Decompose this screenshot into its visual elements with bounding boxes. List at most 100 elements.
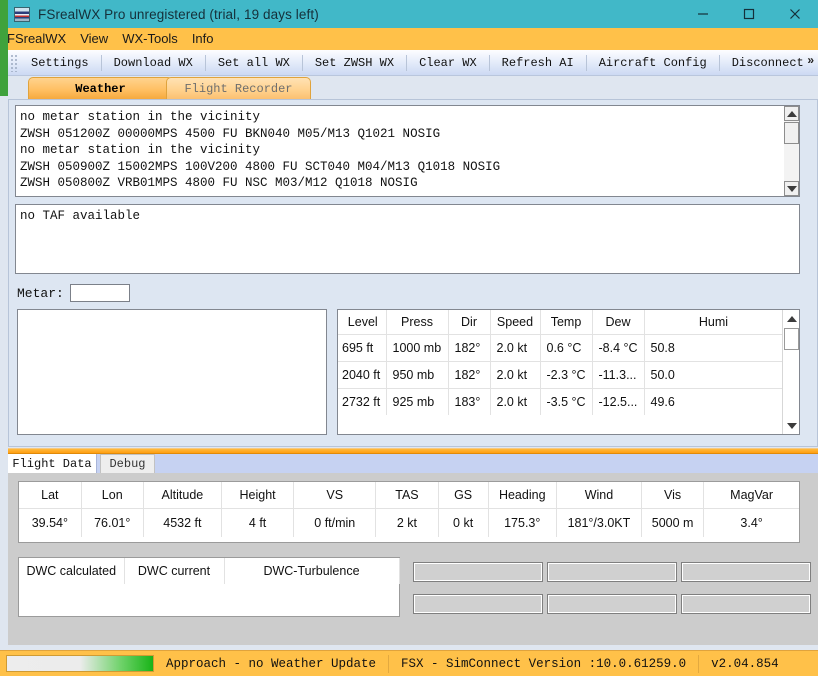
scroll-down-icon[interactable] xyxy=(783,417,799,434)
metar-list-box[interactable]: no metar station in the vicinity ZWSH 051… xyxy=(15,105,800,197)
column-header-level[interactable]: Level xyxy=(338,310,387,335)
toolbar-button-aircraft-config[interactable]: Aircraft Config xyxy=(588,51,718,75)
column-header-heading[interactable]: Heading xyxy=(488,482,557,509)
column-header-humi[interactable]: Humi xyxy=(644,310,784,335)
flight-data-grid: Lat Lon Altitude Height VS TAS GS Headin… xyxy=(19,482,799,537)
scrollbar-thumb[interactable] xyxy=(784,328,799,350)
tab-flight-recorder[interactable]: Flight Recorder xyxy=(166,77,311,99)
cell-level: 2040 ft xyxy=(338,361,387,389)
column-header-lon[interactable]: Lon xyxy=(81,482,144,509)
cell-humi: 49.6 xyxy=(644,388,784,415)
weather-notes-box[interactable] xyxy=(17,309,327,435)
cell-level: 695 ft xyxy=(338,334,387,362)
column-header-tas[interactable]: TAS xyxy=(375,482,439,509)
simconnect-status-text: FSX - SimConnect Version :10.0.61259.0 xyxy=(401,656,687,671)
tab-flight-data[interactable]: Flight Data xyxy=(8,454,97,473)
toolbar-separator xyxy=(718,54,720,71)
title-bar: FSrealWX Pro unregistered (trial, 19 day… xyxy=(0,0,818,28)
maximize-button[interactable] xyxy=(726,0,772,28)
cell-vs: 0 ft/min xyxy=(293,508,377,537)
metar-list-scrollbar[interactable] xyxy=(784,106,799,196)
cell-wind: 181°/3.0KT xyxy=(556,508,643,537)
scrollbar-thumb[interactable] xyxy=(784,122,799,144)
dwc-field-4[interactable] xyxy=(413,594,543,614)
toolbar-separator xyxy=(100,54,102,71)
metar-input[interactable] xyxy=(69,284,130,302)
toolbar-button-set-zwsh-wx[interactable]: Set ZWSH WX xyxy=(304,51,405,75)
menu-item-fsrealwx[interactable]: FSrealWX xyxy=(0,28,73,50)
dwc-field-3[interactable] xyxy=(681,562,811,582)
window-title: FSrealWX Pro unregistered (trial, 19 day… xyxy=(38,6,319,22)
status-separator xyxy=(388,654,390,673)
application-window: FSrealWX Pro unregistered (trial, 19 day… xyxy=(0,0,818,676)
column-header-vis[interactable]: Vis xyxy=(641,482,705,509)
metar-line: no metar station in the vicinity xyxy=(20,143,261,157)
status-separator xyxy=(698,654,700,673)
main-tab-strip: Weather Flight Recorder xyxy=(8,77,818,99)
cell-dew: -11.3... xyxy=(592,361,645,389)
toolbar-button-settings[interactable]: Settings xyxy=(20,51,100,75)
close-button[interactable] xyxy=(772,0,818,28)
tab-weather[interactable]: Weather xyxy=(28,77,173,99)
table-row[interactable]: 2732 ft 925 mb 183° 2.0 kt -3.5 °C -12.5… xyxy=(338,388,784,415)
column-header-altitude[interactable]: Altitude xyxy=(143,482,223,509)
column-header-wind[interactable]: Wind xyxy=(556,482,643,509)
toolbar-button-refresh-ai[interactable]: Refresh AI xyxy=(491,51,585,75)
column-header-speed[interactable]: Speed xyxy=(490,310,541,335)
table-row[interactable]: 2040 ft 950 mb 182° 2.0 kt -2.3 °C -11.3… xyxy=(338,361,784,389)
dwc-grid: DWC calculated DWC current DWC-Turbulenc… xyxy=(19,558,400,584)
scroll-up-icon[interactable] xyxy=(783,310,799,327)
column-header-gs[interactable]: GS xyxy=(438,482,489,509)
minimize-button[interactable] xyxy=(680,0,726,28)
table-header-row: Lat Lon Altitude Height VS TAS GS Headin… xyxy=(19,482,799,509)
scroll-down-icon[interactable] xyxy=(784,181,799,196)
toolbar-overflow-chevron-icon[interactable]: » xyxy=(807,53,814,67)
cell-tas: 2 kt xyxy=(375,508,439,537)
cell-speed: 2.0 kt xyxy=(490,388,541,415)
weather-levels-table: Level Press Dir Speed Temp Dew Humi 695 … xyxy=(337,309,800,435)
menu-item-wx-tools[interactable]: WX-Tools xyxy=(115,28,185,50)
taf-box[interactable]: no TAF available xyxy=(15,204,800,274)
cell-lat: 39.54° xyxy=(19,508,82,537)
scroll-up-icon[interactable] xyxy=(784,106,799,121)
menu-item-info[interactable]: Info xyxy=(185,28,221,50)
toolbar-button-disconnect[interactable]: Disconnect xyxy=(721,51,815,75)
cell-press: 950 mb xyxy=(386,361,449,389)
column-header-temp[interactable]: Temp xyxy=(540,310,593,335)
dwc-field-1[interactable] xyxy=(413,562,543,582)
weather-panel: no metar station in the vicinity ZWSH 051… xyxy=(8,99,818,447)
weather-table-scrollbar[interactable] xyxy=(782,310,799,434)
toolbar-grip-handle[interactable] xyxy=(10,53,18,72)
dwc-field-2[interactable] xyxy=(547,562,677,582)
toolbar-button-clear-wx[interactable]: Clear WX xyxy=(408,51,488,75)
column-header-dwc-turbulence[interactable]: DWC-Turbulence xyxy=(224,558,400,584)
metar-line: ZWSH 051200Z 00000MPS 4500 FU BKN040 M05… xyxy=(20,126,441,141)
column-header-height[interactable]: Height xyxy=(221,482,295,509)
column-header-dir[interactable]: Dir xyxy=(448,310,491,335)
column-header-dwc-calculated[interactable]: DWC calculated xyxy=(19,558,125,584)
column-header-magvar[interactable]: MagVar xyxy=(704,482,799,509)
dwc-field-6[interactable] xyxy=(681,594,811,614)
cell-dir: 183° xyxy=(448,388,491,415)
column-header-lat[interactable]: Lat xyxy=(19,482,82,509)
column-header-dwc-current[interactable]: DWC current xyxy=(124,558,225,584)
cell-heading: 175.3° xyxy=(488,508,557,537)
flight-data-table: Lat Lon Altitude Height VS TAS GS Headin… xyxy=(18,481,800,543)
bottom-tab-strip: Flight Data Debug xyxy=(8,454,818,473)
cell-magvar: 3.4° xyxy=(703,508,799,537)
cell-height: 4 ft xyxy=(221,508,295,537)
menu-item-view[interactable]: View xyxy=(73,28,115,50)
table-row[interactable]: 695 ft 1000 mb 182° 2.0 kt 0.6 °C -8.4 °… xyxy=(338,334,784,362)
cell-lon: 76.01° xyxy=(81,508,144,537)
dwc-field-5[interactable] xyxy=(547,594,677,614)
table-row[interactable]: 39.54° 76.01° 4532 ft 4 ft 0 ft/min 2 kt… xyxy=(19,508,799,537)
toolbar-button-download-wx[interactable]: Download WX xyxy=(103,51,204,75)
tab-debug[interactable]: Debug xyxy=(100,454,155,473)
status-bar: Approach - no Weather Update FSX - SimCo… xyxy=(0,650,818,676)
column-header-dew[interactable]: Dew xyxy=(592,310,645,335)
cell-dew: -12.5... xyxy=(592,388,645,415)
column-header-press[interactable]: Press xyxy=(386,310,449,335)
column-header-vs[interactable]: VS xyxy=(293,482,377,509)
cell-temp: -2.3 °C xyxy=(540,361,593,389)
toolbar-button-set-all-wx[interactable]: Set all WX xyxy=(207,51,301,75)
